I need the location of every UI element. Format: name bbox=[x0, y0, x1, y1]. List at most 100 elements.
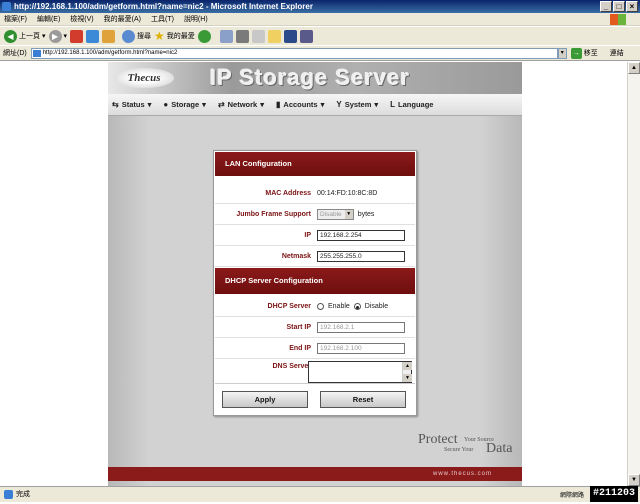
nav-accounts-label: Accounts bbox=[283, 100, 318, 109]
search-label: 搜尋 bbox=[137, 33, 152, 40]
dhcp-enable-radio[interactable] bbox=[317, 303, 324, 310]
footer-bar: www.thecus.com bbox=[108, 467, 522, 481]
nav-language[interactable]: L Language bbox=[390, 100, 433, 109]
stop-icon[interactable] bbox=[70, 29, 84, 43]
close-button[interactable]: × bbox=[626, 1, 638, 12]
nav-accounts[interactable]: ▮ Accounts ▾ bbox=[276, 100, 324, 109]
dns-server-textarea[interactable]: ▲ ▼ bbox=[308, 361, 412, 383]
page-done-icon bbox=[4, 490, 13, 499]
jumbo-frame-select[interactable]: Disable ▼ bbox=[317, 209, 354, 220]
status-text: 完成 bbox=[16, 491, 30, 498]
start-ip-row: Start IP 192.168.2.1 bbox=[215, 317, 415, 338]
scroll-up-icon[interactable]: ▲ bbox=[403, 362, 412, 370]
ip-input[interactable]: 192.168.2.254 bbox=[317, 230, 405, 241]
chevron-down-icon: ▼ bbox=[344, 210, 353, 219]
forward-button[interactable]: ▶ ▾ bbox=[48, 29, 68, 44]
menu-view[interactable]: 檢視(V) bbox=[70, 13, 93, 25]
menu-file[interactable]: 檔案(F) bbox=[4, 13, 27, 25]
dhcp-server-label: DHCP Server bbox=[267, 303, 311, 310]
nav-status[interactable]: ⇆ Status ▾ bbox=[112, 100, 151, 109]
menu-edit[interactable]: 編輯(E) bbox=[37, 13, 60, 25]
nav-network[interactable]: ⇄ Network ▾ bbox=[218, 100, 264, 109]
dhcp-section-header: DHCP Server Configuration bbox=[215, 268, 415, 294]
edit-icon[interactable] bbox=[251, 29, 265, 43]
storage-icon: ● bbox=[163, 100, 169, 109]
back-label: 上一頁 bbox=[19, 33, 40, 40]
dhcp-enable-label: Enable bbox=[328, 303, 350, 310]
dns-server-label: DNS Server bbox=[272, 363, 311, 370]
back-arrow-icon: ◀ bbox=[4, 29, 17, 43]
apply-button[interactable]: Apply bbox=[222, 391, 308, 408]
mac-address-value: 00:14:FD:10:8C:8D bbox=[317, 190, 378, 197]
end-ip-input[interactable]: 192.168.2.100 bbox=[317, 343, 405, 354]
forward-dropdown-icon[interactable]: ▾ bbox=[64, 32, 68, 40]
favorites-button[interactable]: ★ 我的最愛 bbox=[154, 29, 195, 44]
scroll-up-icon[interactable]: ▲ bbox=[628, 62, 640, 74]
start-ip-input[interactable]: 192.168.2.1 bbox=[317, 322, 405, 333]
reset-button[interactable]: Reset bbox=[320, 391, 406, 408]
netmask-input[interactable]: 255.255.255.0 bbox=[317, 251, 405, 262]
maximize-button[interactable]: □ bbox=[613, 1, 625, 12]
jumbo-frame-unit: bytes bbox=[357, 211, 375, 218]
forward-arrow-icon: ▶ bbox=[48, 29, 62, 43]
nav-storage[interactable]: ● Storage ▾ bbox=[163, 100, 206, 109]
config-panel: LAN Configuration MAC Address 00:14:FD:1… bbox=[213, 150, 417, 416]
address-dropdown-icon[interactable]: ▾ bbox=[557, 47, 567, 59]
nav-network-label: Network bbox=[227, 100, 258, 109]
nav-system-label: System bbox=[344, 100, 372, 109]
dns-scrollbar[interactable]: ▲ ▼ bbox=[402, 362, 412, 382]
status-icon: ⇆ bbox=[112, 100, 119, 109]
menu-favorites[interactable]: 我的最愛(A) bbox=[104, 13, 141, 25]
address-input[interactable]: http://192.168.1.100/adm/getform.html?na… bbox=[30, 47, 558, 59]
system-icon: Y bbox=[336, 100, 342, 109]
netmask-label: Netmask bbox=[281, 253, 311, 260]
messenger-icon[interactable] bbox=[283, 29, 297, 43]
nav-storage-label: Storage bbox=[171, 100, 200, 109]
slogan-data: Data bbox=[486, 441, 513, 456]
go-label: 移至 bbox=[583, 50, 598, 57]
menu-tools[interactable]: 工具(T) bbox=[151, 13, 174, 25]
product-headline: IP Storage Server bbox=[210, 65, 411, 90]
go-button[interactable]: → 移至 bbox=[570, 47, 598, 59]
back-button[interactable]: ◀ 上一頁 ▾ bbox=[4, 29, 46, 44]
page-scrollbar[interactable]: ▲ ▼ bbox=[627, 62, 640, 486]
scroll-down-icon[interactable]: ▼ bbox=[628, 474, 640, 486]
chevron-down-icon: ▾ bbox=[260, 100, 264, 109]
chevron-down-icon: ▾ bbox=[202, 100, 206, 109]
research-icon[interactable] bbox=[299, 29, 313, 43]
accounts-icon: ▮ bbox=[276, 100, 281, 109]
go-arrow-icon: → bbox=[570, 47, 582, 59]
dhcp-disable-radio[interactable] bbox=[353, 303, 361, 310]
nav-status-label: Status bbox=[121, 100, 145, 109]
slogan: Protect Your Source Secure Your Data bbox=[418, 432, 518, 462]
window-title-bar: http://192.168.1.100/adm/getform.html?na… bbox=[0, 0, 640, 13]
mail-icon[interactable] bbox=[219, 29, 233, 43]
thecus-page: Thecus IP Storage Server ⇆ Status ▾ ● Stora… bbox=[108, 62, 522, 486]
back-dropdown-icon[interactable]: ▾ bbox=[42, 32, 46, 40]
folder-icon[interactable] bbox=[267, 29, 281, 43]
window-title: http://192.168.1.100/adm/getform.html?na… bbox=[14, 2, 313, 11]
print-icon[interactable] bbox=[235, 29, 249, 43]
windows-logo-icon bbox=[610, 14, 626, 25]
mac-address-row: MAC Address 00:14:FD:10:8C:8D bbox=[215, 183, 415, 204]
search-button[interactable]: 搜尋 bbox=[122, 29, 151, 44]
image-watermark: #211203 bbox=[589, 486, 638, 502]
address-url: http://192.168.1.100/adm/getform.html?na… bbox=[42, 49, 178, 56]
page-icon bbox=[32, 49, 41, 57]
nav-system[interactable]: Y System ▾ bbox=[336, 100, 378, 109]
end-ip-label: End IP bbox=[289, 345, 311, 352]
main-nav: ⇆ Status ▾ ● Storage ▾ ⇄ Network ▾ ▮ Accounts ▾ … bbox=[108, 94, 522, 116]
browser-viewport: Thecus IP Storage Server ⇆ Status ▾ ● Stora… bbox=[0, 62, 640, 486]
nav-language-label: Language bbox=[398, 100, 434, 109]
menu-help[interactable]: 說明(H) bbox=[184, 13, 208, 25]
ip-row: IP 192.168.2.254 bbox=[215, 225, 415, 246]
links-button[interactable]: 連結 bbox=[610, 48, 624, 58]
scroll-down-icon[interactable]: ▼ bbox=[403, 374, 412, 382]
search-icon bbox=[122, 29, 136, 43]
minimize-button[interactable]: _ bbox=[600, 1, 612, 12]
home-icon[interactable] bbox=[102, 29, 116, 43]
history-icon[interactable] bbox=[197, 29, 211, 43]
dhcp-server-row: DHCP Server Enable Disable bbox=[215, 296, 415, 317]
netmask-row: Netmask 255.255.255.0 bbox=[215, 246, 415, 267]
refresh-icon[interactable] bbox=[86, 29, 100, 43]
